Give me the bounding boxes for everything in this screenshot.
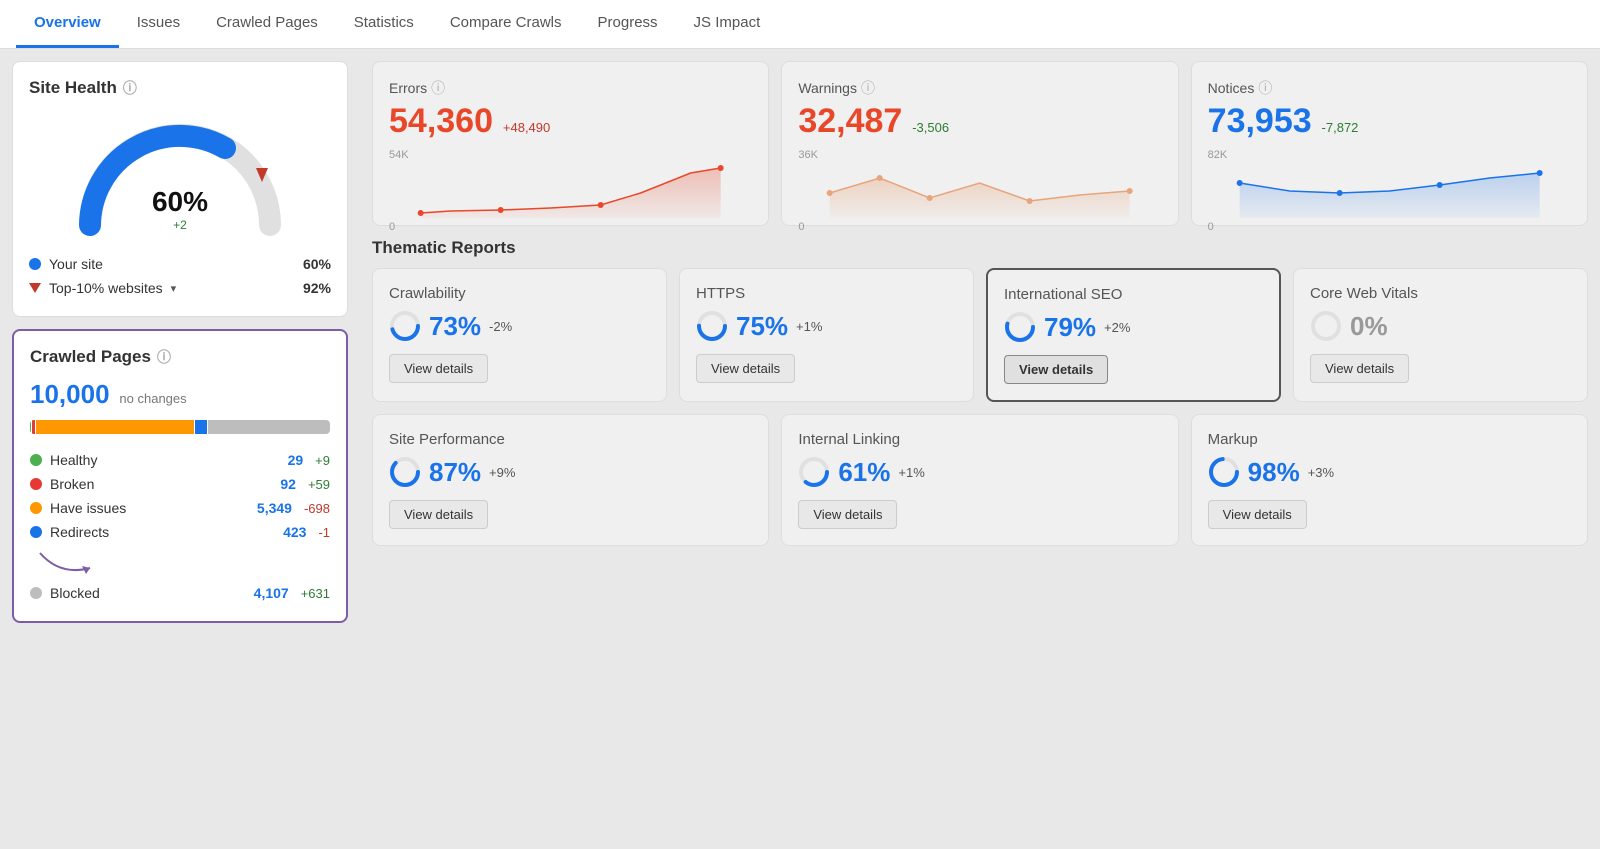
site-health-info-icon[interactable]: ⓘ xyxy=(123,78,137,98)
view-details-internal-linking[interactable]: View details xyxy=(798,500,897,529)
warnings-value-row: 32,487 -3,506 xyxy=(798,102,1161,141)
notices-chart xyxy=(1208,163,1571,218)
thematic-title: Thematic Reports xyxy=(372,238,1588,258)
errors-info-icon[interactable]: ⓘ xyxy=(431,78,445,98)
gauge-change: +2 xyxy=(152,218,208,232)
thematic-row-2: Site Performance 87% +9% View details In… xyxy=(372,414,1588,546)
bar-issues xyxy=(36,420,194,434)
crawled-pages-card: Crawled Pages ⓘ 10,000 no changes xyxy=(12,329,348,623)
bar-redirects xyxy=(195,420,208,434)
redirects-annotation xyxy=(30,548,330,581)
notices-value-row: 73,953 -7,872 xyxy=(1208,102,1571,141)
warnings-value: 32,487 xyxy=(798,102,902,140)
notices-change: -7,872 xyxy=(1322,120,1359,135)
crawled-pages-info-icon[interactable]: ⓘ xyxy=(157,347,171,367)
https-circle xyxy=(696,310,728,342)
cwv-circle xyxy=(1310,310,1342,342)
internal-linking-circle xyxy=(798,456,830,488)
dot-redirects xyxy=(30,526,42,538)
view-details-cwv[interactable]: View details xyxy=(1310,354,1409,383)
nav-crawled-pages[interactable]: Crawled Pages xyxy=(198,0,336,48)
crawled-bar xyxy=(30,420,330,434)
dot-broken xyxy=(30,478,42,490)
curved-arrow-svg xyxy=(30,548,110,578)
bar-broken xyxy=(32,420,35,434)
view-details-https[interactable]: View details xyxy=(696,354,795,383)
notices-value: 73,953 xyxy=(1208,102,1312,140)
nav-progress[interactable]: Progress xyxy=(580,0,676,48)
top10-legend: Top-10% websites ▾ 92% xyxy=(29,276,331,300)
crawlability-circle xyxy=(389,310,421,342)
stat-healthy: Healthy 29 +9 xyxy=(30,448,330,472)
view-details-markup[interactable]: View details xyxy=(1208,500,1307,529)
stat-have-issues: Have issues 5,349 -698 xyxy=(30,496,330,520)
warnings-card: Warnings ⓘ 32,487 -3,506 36K xyxy=(781,61,1178,226)
view-details-site-perf[interactable]: View details xyxy=(389,500,488,529)
stat-blocked: Blocked 4,107 +631 xyxy=(30,581,330,605)
warnings-info-icon[interactable]: ⓘ xyxy=(861,78,875,98)
gauge-container: 60% +2 xyxy=(29,110,331,240)
thematic-reports-section: Thematic Reports Crawlability 73% -2% Vi… xyxy=(372,238,1588,546)
view-details-intl-seo[interactable]: View details xyxy=(1004,355,1108,384)
report-crawlability: Crawlability 73% -2% View details xyxy=(372,268,667,402)
nav-statistics[interactable]: Statistics xyxy=(336,0,432,48)
bar-blocked xyxy=(208,420,330,434)
dropdown-arrow-icon[interactable]: ▾ xyxy=(171,282,177,295)
gauge-center: 60% +2 xyxy=(152,186,208,232)
crawled-total-header: 10,000 no changes xyxy=(30,379,330,410)
warnings-label: Warnings ⓘ xyxy=(798,78,1161,98)
dot-issues xyxy=(30,502,42,514)
main-layout: Site Health ⓘ 60% +2 xyxy=(0,49,1600,849)
errors-label: Errors ⓘ xyxy=(389,78,752,98)
nav-issues[interactable]: Issues xyxy=(119,0,198,48)
your-site-dot xyxy=(29,258,41,270)
site-health-title: Site Health ⓘ xyxy=(29,78,331,98)
warnings-sparkline: 36K xyxy=(798,149,1161,209)
nav-compare-crawls[interactable]: Compare Crawls xyxy=(432,0,580,48)
your-site-legend: Your site 60% xyxy=(29,252,331,276)
markup-circle xyxy=(1208,456,1240,488)
notices-sparkline: 82K xyxy=(1208,149,1571,209)
top-navigation: Overview Issues Crawled Pages Statistics… xyxy=(0,0,1600,49)
nav-js-impact[interactable]: JS Impact xyxy=(676,0,779,48)
crawled-total-number: 10,000 xyxy=(30,379,110,409)
top10-triangle-icon xyxy=(29,283,41,293)
intl-seo-circle xyxy=(1004,311,1036,343)
stat-broken: Broken 92 +59 xyxy=(30,472,330,496)
dot-healthy xyxy=(30,454,42,466)
view-details-crawlability[interactable]: View details xyxy=(389,354,488,383)
report-core-web-vitals: Core Web Vitals 0% View details xyxy=(1293,268,1588,402)
crawled-stats-list: Healthy 29 +9 Broken 92 +59 xyxy=(30,448,330,605)
errors-change: +48,490 xyxy=(503,120,550,135)
notices-label: Notices ⓘ xyxy=(1208,78,1571,98)
errors-card: Errors ⓘ 54,360 +48,490 54K xyxy=(372,61,769,226)
warnings-change: -3,506 xyxy=(912,120,949,135)
stat-redirects: Redirects 423 -1 xyxy=(30,520,330,544)
notices-card: Notices ⓘ 73,953 -7,872 82K xyxy=(1191,61,1588,226)
report-https: HTTPS 75% +1% View details xyxy=(679,268,974,402)
site-health-card: Site Health ⓘ 60% +2 xyxy=(12,61,348,317)
left-panel: Site Health ⓘ 60% +2 xyxy=(0,49,360,849)
report-markup: Markup 98% +3% View details xyxy=(1191,414,1588,546)
errors-sparkline: 54K xyxy=(389,149,752,209)
report-site-performance: Site Performance 87% +9% View details xyxy=(372,414,769,546)
right-panel: Errors ⓘ 54,360 +48,490 54K xyxy=(360,49,1600,849)
bar-healthy xyxy=(30,420,31,434)
crawled-pages-title: Crawled Pages ⓘ xyxy=(30,347,330,367)
crawled-total-label: no changes xyxy=(119,391,186,406)
errors-value: 54,360 xyxy=(389,102,493,140)
metrics-row: Errors ⓘ 54,360 +48,490 54K xyxy=(372,61,1588,226)
gauge-percent: 60% xyxy=(152,186,208,218)
nav-overview[interactable]: Overview xyxy=(16,0,119,48)
errors-chart xyxy=(389,163,752,218)
errors-value-row: 54,360 +48,490 xyxy=(389,102,752,141)
thematic-row-1: Crawlability 73% -2% View details HTTPS xyxy=(372,268,1588,402)
report-international-seo: International SEO 79% +2% View details xyxy=(986,268,1281,402)
notices-info-icon[interactable]: ⓘ xyxy=(1258,78,1272,98)
site-perf-circle xyxy=(389,456,421,488)
warnings-chart xyxy=(798,163,1161,218)
dot-blocked xyxy=(30,587,42,599)
report-internal-linking: Internal Linking 61% +1% View details xyxy=(781,414,1178,546)
